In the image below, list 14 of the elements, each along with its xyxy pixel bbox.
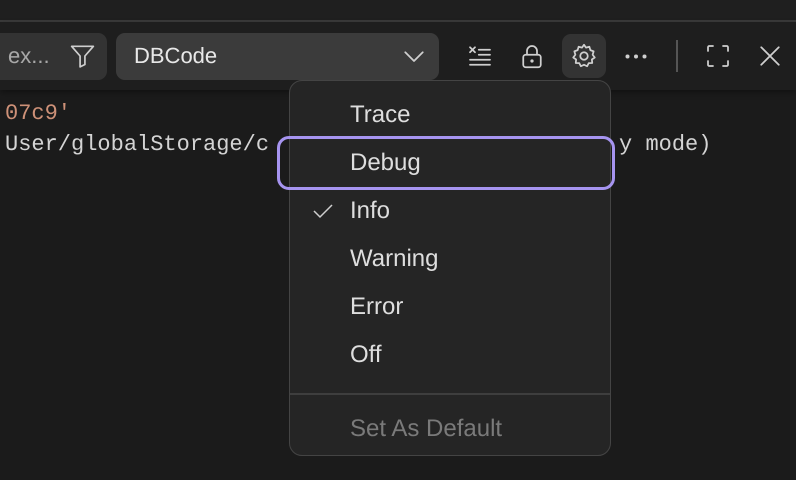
log-text: y mode) — [619, 131, 712, 159]
menu-item[interactable]: Error — [290, 283, 610, 331]
toolbar-button[interactable] — [562, 34, 606, 78]
check-icon — [312, 202, 334, 220]
menu-item[interactable]: Off — [290, 331, 610, 379]
filter-field[interactable]: ex... — [8, 43, 62, 69]
menu-item[interactable]: Warning — [290, 235, 610, 283]
menu-item[interactable]: Trace — [290, 91, 610, 139]
menu-item[interactable]: Info — [290, 187, 610, 235]
log-text: User/globalStorage/c — [5, 131, 270, 159]
menu-item[interactable]: Debug — [280, 139, 612, 187]
channel-dropdown[interactable]: DBCode — [116, 32, 439, 80]
more-icon — [625, 54, 647, 58]
log-text: 07c9' — [5, 100, 72, 128]
